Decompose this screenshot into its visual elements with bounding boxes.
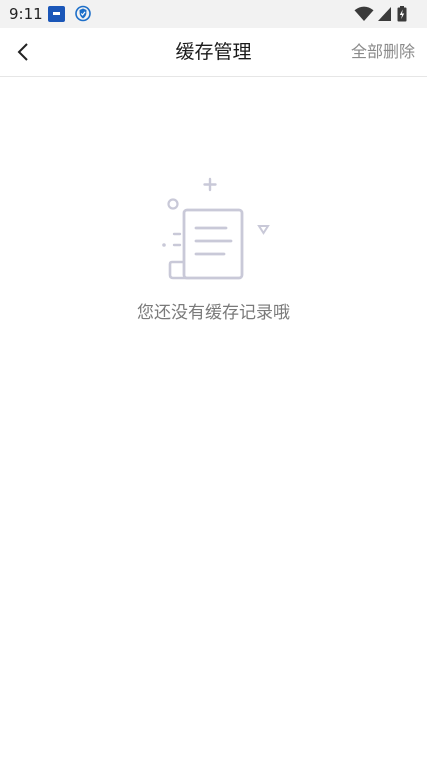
empty-document-icon	[162, 177, 270, 280]
chevron-left-icon	[17, 43, 28, 61]
wifi-icon	[354, 6, 374, 21]
status-time: 9:11	[9, 5, 43, 23]
empty-message: 您还没有缓存记录哦	[137, 303, 290, 323]
delete-all-button[interactable]: 全部删除	[351, 41, 415, 63]
shield-notification-icon	[75, 5, 91, 22]
app-notification-icon	[48, 6, 65, 22]
nav-bar: 缓存管理 全部删除	[0, 28, 427, 77]
cellular-signal-icon	[378, 7, 391, 21]
status-bar: 9:11	[0, 0, 427, 28]
back-button[interactable]	[6, 32, 46, 72]
battery-charging-icon	[397, 6, 407, 22]
